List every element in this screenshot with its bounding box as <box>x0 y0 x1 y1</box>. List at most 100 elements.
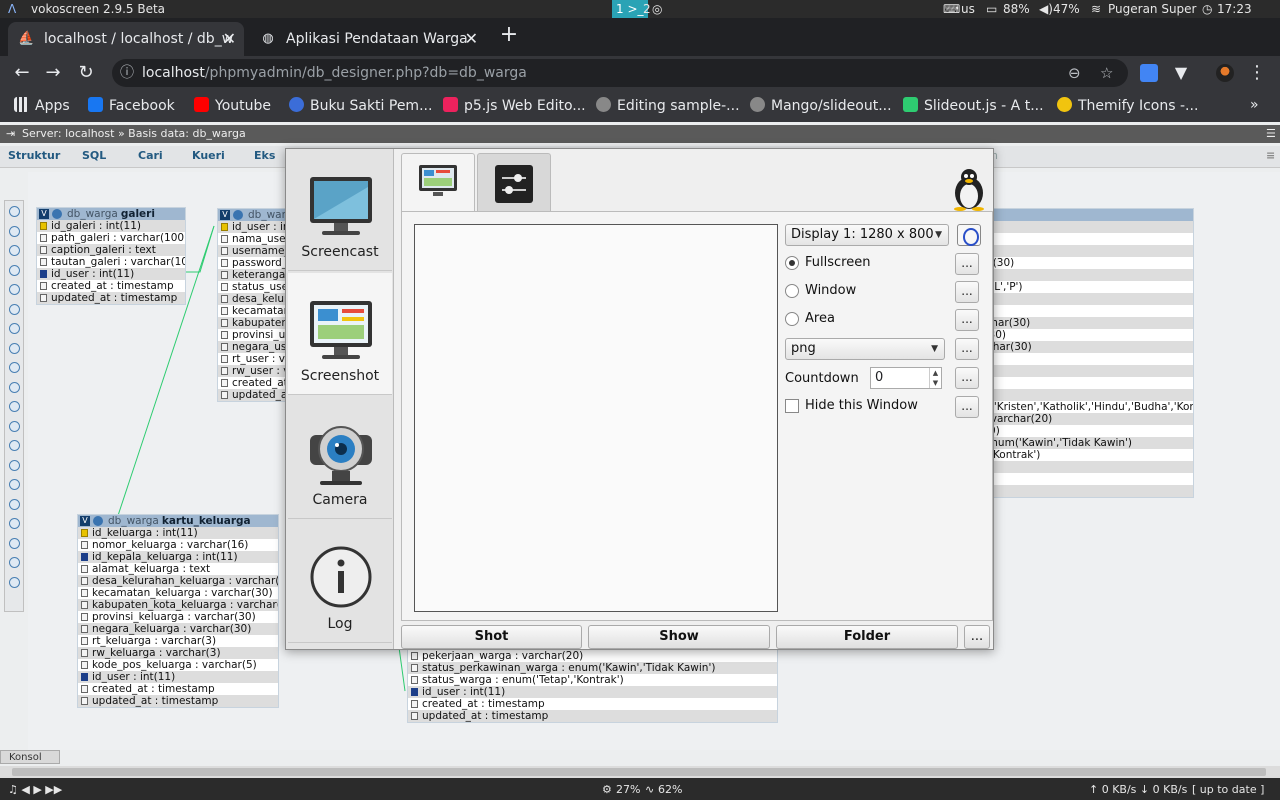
column-row[interactable]: status_perkawinan_warga : enum('Kawin','… <box>408 662 777 674</box>
update-status: [ up to date ] <box>1192 783 1265 796</box>
column-row[interactable]: updated_at : timestamp <box>78 695 278 707</box>
subtab-settings[interactable] <box>477 153 551 211</box>
column-row[interactable]: kabupaten_kota_keluarga : varchar(30) <box>78 599 278 611</box>
column-row[interactable]: status_warga : enum('Tetap','Kontrak') <box>408 674 777 686</box>
side-tab-camera[interactable]: Camera <box>288 397 392 519</box>
table-galeri[interactable]: Vdb_warga galeri id_galeri : int(11) path_g… <box>36 207 186 305</box>
subtab-capture[interactable] <box>401 153 475 211</box>
column-row[interactable]: provinsi_keluarga : varchar(30) <box>78 611 278 623</box>
column-definition: created_at : timestamp <box>422 698 545 710</box>
column-definition: kabupaten_kota_keluarga : varchar(30) <box>92 599 278 611</box>
shot-button[interactable]: Shot <box>401 625 582 649</box>
show-button[interactable]: Show <box>588 625 770 649</box>
side-tab-screenshot[interactable]: Screenshot <box>288 273 392 395</box>
fullscreen-options-button[interactable]: ... <box>955 253 979 275</box>
radio-area[interactable] <box>785 312 799 326</box>
screenshot-panel: Display 1: 1280 x 800 ▼ Fullscreen ... Wi… <box>401 211 993 621</box>
countdown-spinbox[interactable]: 0 ▲ ▼ <box>870 367 942 389</box>
column-definition: provinsi_keluarga : varchar(30) <box>92 611 256 623</box>
column-type-icon <box>221 355 228 363</box>
table-options-icon[interactable] <box>93 516 103 526</box>
column-row[interactable]: negara_keluarga : varchar(30) <box>78 623 278 635</box>
console-toggle[interactable]: Konsol <box>0 750 60 764</box>
column-type-icon <box>221 283 228 291</box>
column-type-icon <box>81 649 88 657</box>
toggle-columns-icon[interactable]: V <box>39 209 49 219</box>
window-options-button[interactable]: ... <box>955 281 979 303</box>
column-row[interactable]: created_at : timestamp <box>78 683 278 695</box>
column-row[interactable]: rt_keluarga : varchar(3) <box>78 635 278 647</box>
column-row[interactable]: kecamatan_keluarga : varchar(30) <box>78 587 278 599</box>
countdown-options-button[interactable]: ... <box>955 367 979 389</box>
column-definition: nomor_keluarga : varchar(16) <box>92 539 249 551</box>
column-row[interactable]: pekerjaan_warga : varchar(20) <box>408 650 777 662</box>
column-row[interactable]: tautan_galeri : varchar(100) <box>37 256 185 268</box>
column-row[interactable]: nomor_keluarga : varchar(16) <box>78 539 278 551</box>
format-options-button[interactable]: ... <box>955 338 979 360</box>
hide-window-options-button[interactable]: ... <box>955 396 979 418</box>
spin-arrows-icon[interactable]: ▲ ▼ <box>929 368 941 388</box>
column-type-icon <box>221 235 228 243</box>
column-row[interactable]: caption_galeri : text <box>37 244 185 256</box>
column-row[interactable]: updated_at : timestamp <box>37 292 185 304</box>
table-header[interactable]: Vdb_warga galeri <box>37 208 185 220</box>
column-definition: created_at : timestamp <box>51 280 174 292</box>
side-tab-log[interactable]: Log <box>288 521 392 643</box>
table-options-icon[interactable] <box>233 210 243 220</box>
info-log-icon <box>310 546 372 608</box>
format-select[interactable]: png ▼ <box>785 338 945 360</box>
toggle-columns-icon[interactable]: V <box>220 210 230 220</box>
column-row[interactable]: id_keluarga : int(11) <box>78 527 278 539</box>
column-row[interactable]: id_user : int(11) <box>37 268 185 280</box>
column-definition: kode_pos_keluarga : varchar(5) <box>92 659 257 671</box>
scroll-thumb[interactable] <box>12 768 1266 776</box>
media-controls-icon[interactable]: ♫ ◀ ▶ ▶▶ <box>8 783 62 796</box>
column-type-icon <box>411 652 418 660</box>
side-tab-screencast[interactable]: Screencast <box>288 149 392 271</box>
column-definition: path_galeri : varchar(100) <box>51 232 185 244</box>
column-type-icon <box>81 637 88 645</box>
column-row[interactable]: updated_at : timestamp <box>408 710 777 722</box>
column-type-icon <box>221 295 228 303</box>
column-definition: updated_at : timestamp <box>92 695 219 707</box>
table-header[interactable]: Vdb_warga kartu_keluarga <box>78 515 278 527</box>
horizontal-scrollbar[interactable] <box>0 766 1280 778</box>
memory-icon: ∿ <box>645 783 655 796</box>
column-definition: rt_keluarga : varchar(3) <box>92 635 217 647</box>
column-row[interactable]: id_user : int(11) <box>408 686 777 698</box>
column-row[interactable]: path_galeri : varchar(100) <box>37 232 185 244</box>
column-type-icon <box>81 541 88 549</box>
column-row[interactable]: kode_pos_keluarga : varchar(5) <box>78 659 278 671</box>
column-row[interactable]: id_kepala_keluarga : int(11) <box>78 551 278 563</box>
column-type-icon <box>411 712 418 720</box>
radio-window[interactable] <box>785 284 799 298</box>
column-definition: desa_kelurahan_keluarga : varchar(30) <box>92 575 278 587</box>
folder-button[interactable]: Folder <box>776 625 958 649</box>
display-select[interactable]: Display 1: 1280 x 800 ▼ <box>785 224 949 246</box>
toggle-columns-icon[interactable]: V <box>80 516 90 526</box>
radio-fullscreen[interactable] <box>785 256 799 270</box>
column-type-icon <box>221 331 228 339</box>
screenshot-preview <box>414 224 778 612</box>
column-row[interactable]: id_user : int(11) <box>78 671 278 683</box>
display-info-icon[interactable] <box>957 224 981 246</box>
column-row[interactable]: desa_kelurahan_keluarga : varchar(30) <box>78 575 278 587</box>
more-button[interactable]: ... <box>964 625 990 649</box>
chevron-down-icon: ▼ <box>931 344 938 354</box>
column-row[interactable]: alamat_keluarga : text <box>78 563 278 575</box>
column-definition: id_user : int(11) <box>92 671 176 683</box>
hide-window-checkbox[interactable] <box>785 399 799 413</box>
column-row[interactable]: id_galeri : int(11) <box>37 220 185 232</box>
table-kartu-keluarga[interactable]: Vdb_warga kartu_keluarga id_keluarga : int… <box>77 514 279 708</box>
column-row[interactable]: rw_keluarga : varchar(3) <box>78 647 278 659</box>
cpu-icon: ⚙ <box>602 783 612 796</box>
fullscreen-label: Fullscreen <box>805 255 871 270</box>
foreign-key-icon <box>81 673 88 681</box>
area-options-button[interactable]: ... <box>955 309 979 331</box>
table-options-icon[interactable] <box>52 209 62 219</box>
column-row[interactable]: created_at : timestamp <box>408 698 777 710</box>
screenshot-monitor-icon <box>310 301 372 359</box>
column-row[interactable]: created_at : timestamp <box>37 280 185 292</box>
countdown-label: Countdown <box>785 371 859 386</box>
column-type-icon <box>81 685 88 693</box>
